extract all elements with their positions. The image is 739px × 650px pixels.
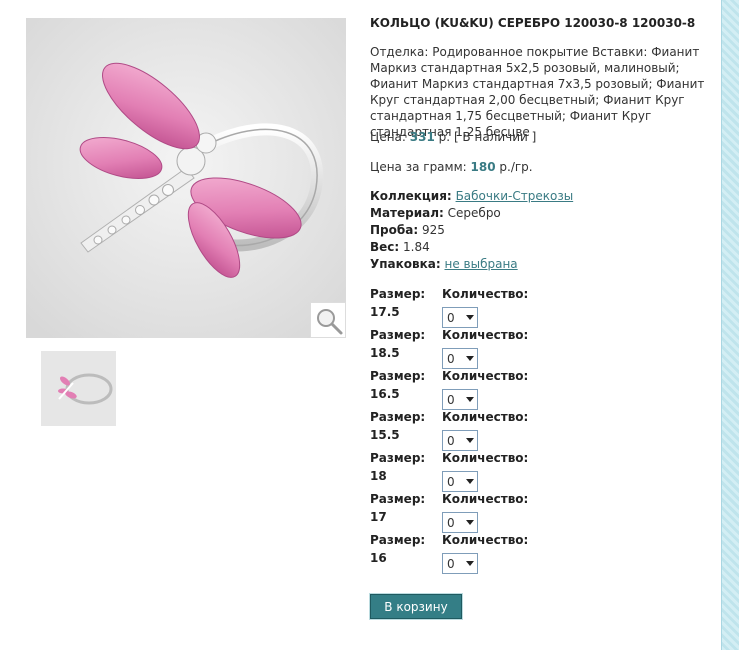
size-value: 16 bbox=[370, 551, 387, 565]
chevron-down-icon bbox=[466, 520, 474, 525]
quantity-value: 0 bbox=[447, 434, 455, 448]
attr-packaging: Упаковка: не выбрана bbox=[370, 256, 715, 273]
product-main-image[interactable] bbox=[26, 18, 346, 338]
size-label: Размер: bbox=[370, 451, 426, 465]
quantity-select[interactable]: 0 bbox=[442, 348, 478, 369]
quantity-value: 0 bbox=[447, 393, 455, 407]
chevron-down-icon bbox=[466, 356, 474, 361]
quantity-select[interactable]: 0 bbox=[442, 512, 478, 533]
quantity-select[interactable]: 0 bbox=[442, 389, 478, 410]
gram-price-value: 180 bbox=[470, 160, 496, 174]
price-unit: р. bbox=[438, 130, 451, 144]
qty-label: Количество: bbox=[442, 328, 529, 342]
size-label: Размер: bbox=[370, 533, 426, 547]
attr-assay-value: 925 bbox=[421, 223, 445, 237]
attr-assay-label: Проба: bbox=[370, 223, 419, 237]
qty-label: Количество: bbox=[442, 410, 529, 424]
chevron-down-icon bbox=[466, 438, 474, 443]
size-label: Размер: bbox=[370, 287, 426, 301]
size-label: Размер: bbox=[370, 369, 426, 383]
gram-price-line: Цена за грамм: 180 р./гр. bbox=[370, 160, 533, 174]
size-value: 17 bbox=[370, 510, 387, 524]
attr-collection-label: Коллекция: bbox=[370, 189, 452, 203]
product-attributes: Коллекция: Бабочки-Стрекозы Материал: Се… bbox=[370, 188, 715, 273]
size-value: 18 bbox=[370, 469, 387, 483]
quantity-value: 0 bbox=[447, 475, 455, 489]
size-label: Размер: bbox=[370, 410, 426, 424]
zoom-button[interactable] bbox=[310, 302, 346, 338]
chevron-down-icon bbox=[466, 561, 474, 566]
attr-material-label: Материал: bbox=[370, 206, 444, 220]
attr-material-value: Серебро bbox=[447, 206, 501, 220]
chevron-down-icon bbox=[466, 315, 474, 320]
quantity-select[interactable]: 0 bbox=[442, 471, 478, 492]
price-value: 331 bbox=[409, 130, 435, 144]
quantity-value: 0 bbox=[447, 516, 455, 530]
size-label: Размер: bbox=[370, 492, 426, 506]
attr-weight: Вес: 1.84 bbox=[370, 239, 715, 256]
size-row: Размер: Количество: 17.5 0 bbox=[370, 287, 570, 328]
price-line: Цена: 331 р. [ В наличии ] bbox=[370, 130, 536, 144]
ring-thumbnail-illustration bbox=[41, 351, 116, 426]
size-label: Размер: bbox=[370, 328, 426, 342]
quantity-value: 0 bbox=[447, 352, 455, 366]
qty-label: Количество: bbox=[442, 533, 529, 547]
collection-link[interactable]: Бабочки-Стрекозы bbox=[456, 189, 574, 203]
packaging-link[interactable]: не выбрана bbox=[445, 257, 518, 271]
quantity-select[interactable]: 0 bbox=[442, 553, 478, 574]
chevron-down-icon bbox=[466, 397, 474, 402]
size-value: 16.5 bbox=[370, 387, 400, 401]
ring-illustration bbox=[26, 18, 346, 338]
size-row: Размер: Количество: 15.5 0 bbox=[370, 410, 570, 451]
product-title: КОЛЬЦО (KU&KU) СЕРЕБРО 120030-8 120030-8 bbox=[370, 16, 696, 30]
attr-material: Материал: Серебро bbox=[370, 205, 715, 222]
attr-weight-value: 1.84 bbox=[403, 240, 430, 254]
size-value: 17.5 bbox=[370, 305, 400, 319]
size-value: 18.5 bbox=[370, 346, 400, 360]
qty-label: Количество: bbox=[442, 369, 529, 383]
size-value: 15.5 bbox=[370, 428, 400, 442]
price-label: Цена: bbox=[370, 130, 406, 144]
size-row: Размер: Количество: 17 0 bbox=[370, 492, 570, 533]
qty-label: Количество: bbox=[442, 451, 529, 465]
chevron-down-icon bbox=[466, 479, 474, 484]
size-row: Размер: Количество: 18.5 0 bbox=[370, 328, 570, 369]
add-to-cart-button[interactable]: В корзину bbox=[370, 594, 462, 619]
quantity-value: 0 bbox=[447, 557, 455, 571]
product-description: Отделка: Родированное покрытие Вставки: … bbox=[370, 45, 705, 139]
availability-status: [ В наличии ] bbox=[453, 130, 537, 144]
attr-collection: Коллекция: Бабочки-Стрекозы bbox=[370, 188, 715, 205]
qty-label: Количество: bbox=[442, 287, 529, 301]
gram-price-unit: р./гр. bbox=[499, 160, 533, 174]
size-row: Размер: Количество: 18 0 bbox=[370, 451, 570, 492]
magnifier-icon bbox=[317, 309, 343, 335]
size-row: Размер: Количество: 16.5 0 bbox=[370, 369, 570, 410]
attr-packaging-label: Упаковка: bbox=[370, 257, 441, 271]
quantity-select[interactable]: 0 bbox=[442, 307, 478, 328]
qty-label: Количество: bbox=[442, 492, 529, 506]
quantity-value: 0 bbox=[447, 311, 455, 325]
attr-assay: Проба: 925 bbox=[370, 222, 715, 239]
product-thumbnail[interactable] bbox=[41, 351, 116, 426]
page-right-border bbox=[721, 0, 739, 650]
size-row: Размер: Количество: 16 0 bbox=[370, 533, 570, 574]
gram-price-label: Цена за грамм: bbox=[370, 160, 467, 174]
quantity-select[interactable]: 0 bbox=[442, 430, 478, 451]
attr-weight-label: Вес: bbox=[370, 240, 400, 254]
